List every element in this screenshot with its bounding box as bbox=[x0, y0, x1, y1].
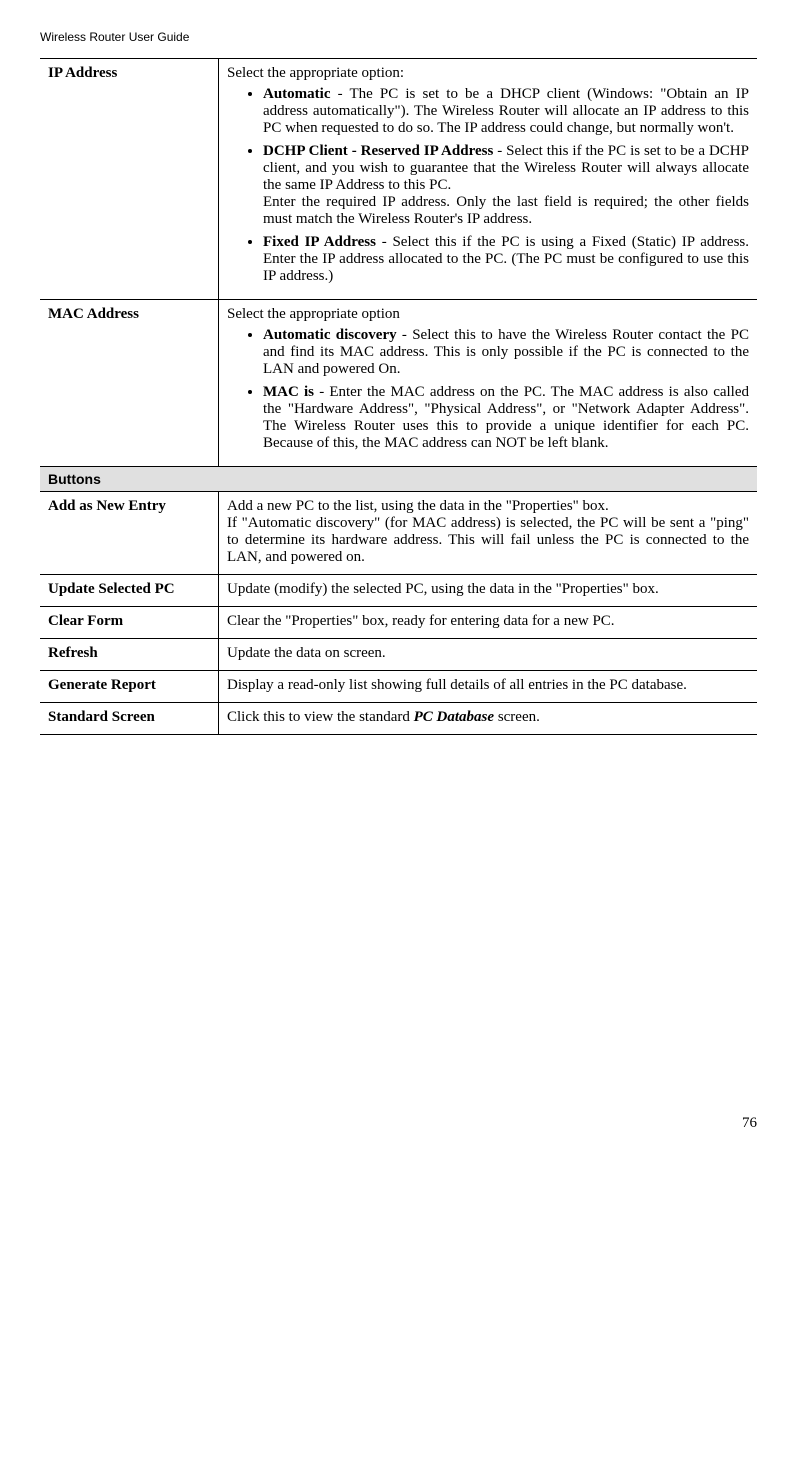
ip-intro: Select the appropriate option: bbox=[227, 65, 404, 81]
bullet-bold: DCHP Client - Reserved IP Address bbox=[263, 143, 493, 159]
row-generate-report: Generate Report Display a read-only list… bbox=[40, 671, 757, 703]
desc-update-selected: Update (modify) the selected PC, using t… bbox=[219, 575, 758, 607]
standard-pre: Click this to view the standard bbox=[227, 709, 414, 725]
desc-add-as-new: Add a new PC to the list, using the data… bbox=[219, 492, 758, 575]
mac-bullet-list: Automatic discovery - Select this to hav… bbox=[227, 327, 749, 452]
add-line2: If "Automatic discovery" (for MAC addres… bbox=[227, 515, 749, 565]
desc-ip-address: Select the appropriate option: Automatic… bbox=[219, 59, 758, 300]
standard-post: screen. bbox=[494, 709, 540, 725]
label-add-as-new: Add as New Entry bbox=[40, 492, 219, 575]
row-standard-screen: Standard Screen Click this to view the s… bbox=[40, 703, 757, 735]
page-header: Wireless Router User Guide bbox=[40, 30, 757, 44]
section-buttons: Buttons bbox=[40, 467, 757, 492]
standard-bold: PC Database bbox=[414, 709, 494, 725]
add-line1: Add a new PC to the list, using the data… bbox=[227, 498, 609, 514]
row-clear-form: Clear Form Clear the "Properties" box, r… bbox=[40, 607, 757, 639]
label-generate-report: Generate Report bbox=[40, 671, 219, 703]
label-mac-address: MAC Address bbox=[40, 300, 219, 467]
row-mac-address: MAC Address Select the appropriate optio… bbox=[40, 300, 757, 467]
ip-bullet-list: Automatic - The PC is set to be a DHCP c… bbox=[227, 86, 749, 285]
bullet-text: - Enter the MAC address on the PC. The M… bbox=[263, 384, 749, 451]
label-update-selected: Update Selected PC bbox=[40, 575, 219, 607]
row-ip-address: IP Address Select the appropriate option… bbox=[40, 59, 757, 300]
row-update-selected: Update Selected PC Update (modify) the s… bbox=[40, 575, 757, 607]
section-buttons-label: Buttons bbox=[40, 467, 757, 492]
mac-intro: Select the appropriate option bbox=[227, 306, 400, 322]
list-item: Automatic discovery - Select this to hav… bbox=[263, 327, 749, 378]
bullet-bold: Fixed IP Address bbox=[263, 234, 376, 250]
bullet-bold: Automatic discovery bbox=[263, 327, 397, 343]
desc-generate-report: Display a read-only list showing full de… bbox=[219, 671, 758, 703]
bullet-bold: Automatic bbox=[263, 86, 331, 102]
desc-clear-form: Clear the "Properties" box, ready for en… bbox=[219, 607, 758, 639]
row-refresh: Refresh Update the data on screen. bbox=[40, 639, 757, 671]
list-item: Automatic - The PC is set to be a DHCP c… bbox=[263, 86, 749, 137]
list-item: MAC is - Enter the MAC address on the PC… bbox=[263, 384, 749, 452]
bullet-text: - The PC is set to be a DHCP client (Win… bbox=[263, 86, 749, 136]
row-add-as-new: Add as New Entry Add a new PC to the lis… bbox=[40, 492, 757, 575]
bullet-extra: Enter the required IP address. Only the … bbox=[263, 194, 749, 227]
desc-refresh: Update the data on screen. bbox=[219, 639, 758, 671]
label-ip-address: IP Address bbox=[40, 59, 219, 300]
label-standard-screen: Standard Screen bbox=[40, 703, 219, 735]
properties-table: IP Address Select the appropriate option… bbox=[40, 58, 757, 735]
list-item: Fixed IP Address - Select this if the PC… bbox=[263, 234, 749, 285]
label-refresh: Refresh bbox=[40, 639, 219, 671]
desc-standard-screen: Click this to view the standard PC Datab… bbox=[219, 703, 758, 735]
list-item: DCHP Client - Reserved IP Address - Sele… bbox=[263, 143, 749, 228]
label-clear-form: Clear Form bbox=[40, 607, 219, 639]
page-number: 76 bbox=[40, 1115, 757, 1132]
desc-mac-address: Select the appropriate option Automatic … bbox=[219, 300, 758, 467]
bullet-bold: MAC is bbox=[263, 384, 314, 400]
